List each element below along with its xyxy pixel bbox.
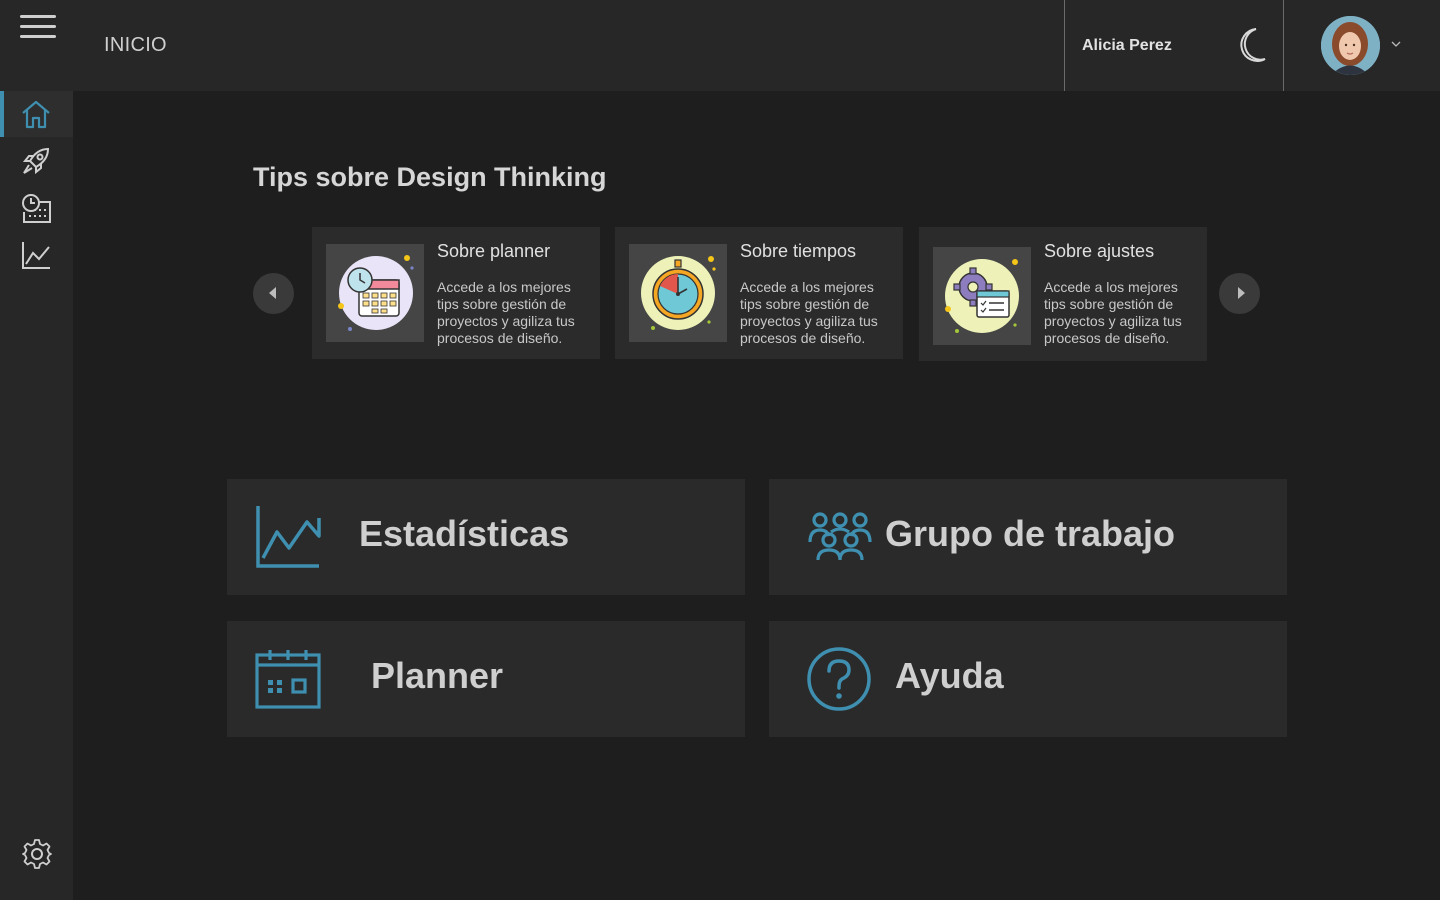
tip-card-title: Sobre tiempos [740,241,857,261]
header-divider [1283,0,1284,91]
chart-line-icon [22,242,50,269]
tile-label: Estadísticas [359,513,570,554]
hamburger-icon[interactable] [20,15,56,41]
tile-label: Grupo de trabajo [885,513,1176,554]
sidebar-item-home[interactable] [0,91,73,137]
schedule-icon [22,194,51,223]
moon-icon[interactable] [1232,26,1268,64]
tile-help[interactable]: Ayuda [769,621,1287,737]
chevron-left-icon [269,287,276,299]
tips-title: Tips sobre Design Thinking [253,162,607,192]
tip-card-tiempos[interactable]: Sobre tiempos Accede a los mejores tips … [615,227,903,359]
sidebar-item-statistics[interactable] [0,232,73,278]
calendar-icon [255,650,321,709]
group-icon [808,512,872,561]
top-bar: INICIO Alicia Perez [0,0,1440,91]
carousel-next-button[interactable] [1219,273,1260,314]
tip-card-title: Sobre ajustes [1044,241,1155,261]
tip-card-title: Sobre planner [437,241,551,261]
user-name: Alicia Perez [1082,37,1172,54]
tip-card-planner[interactable]: Sobre planner Accede a los mejores tips … [312,227,600,359]
tile-work-group[interactable]: Grupo de trabajo [769,479,1287,595]
gear-icon[interactable] [21,838,53,870]
tip-card-text: Accede a los mejores tips sobre gestión … [1044,279,1182,346]
header-divider [1064,0,1065,91]
chevron-right-icon [1238,287,1245,299]
help-icon [807,647,871,711]
tile-label: Ayuda [895,655,1004,696]
tile-label: Planner [371,655,504,696]
tip-card-text: Accede a los mejores tips sobre gestión … [740,279,878,346]
page-title: INICIO [104,34,167,56]
rocket-icon [22,147,50,175]
tile-statistics[interactable]: Estadísticas [227,479,745,595]
chevron-down-icon[interactable] [1390,38,1402,50]
sidebar [0,91,73,900]
gear-checklist-icon [933,247,1031,345]
avatar[interactable] [1321,16,1380,75]
chart-line-icon [256,506,321,568]
tile-planner[interactable]: Planner [227,621,745,737]
tip-card-ajustes[interactable]: Sobre ajustes Accede a los mejores tips … [919,227,1207,361]
sidebar-item-projects[interactable] [0,138,73,184]
stopwatch-icon [629,244,727,342]
home-icon [22,100,50,129]
carousel-prev-button[interactable] [253,273,294,314]
calendar-clock-icon [326,244,424,342]
tip-card-text: Accede a los mejores tips sobre gestión … [437,279,575,346]
sidebar-item-schedule[interactable] [0,185,73,231]
